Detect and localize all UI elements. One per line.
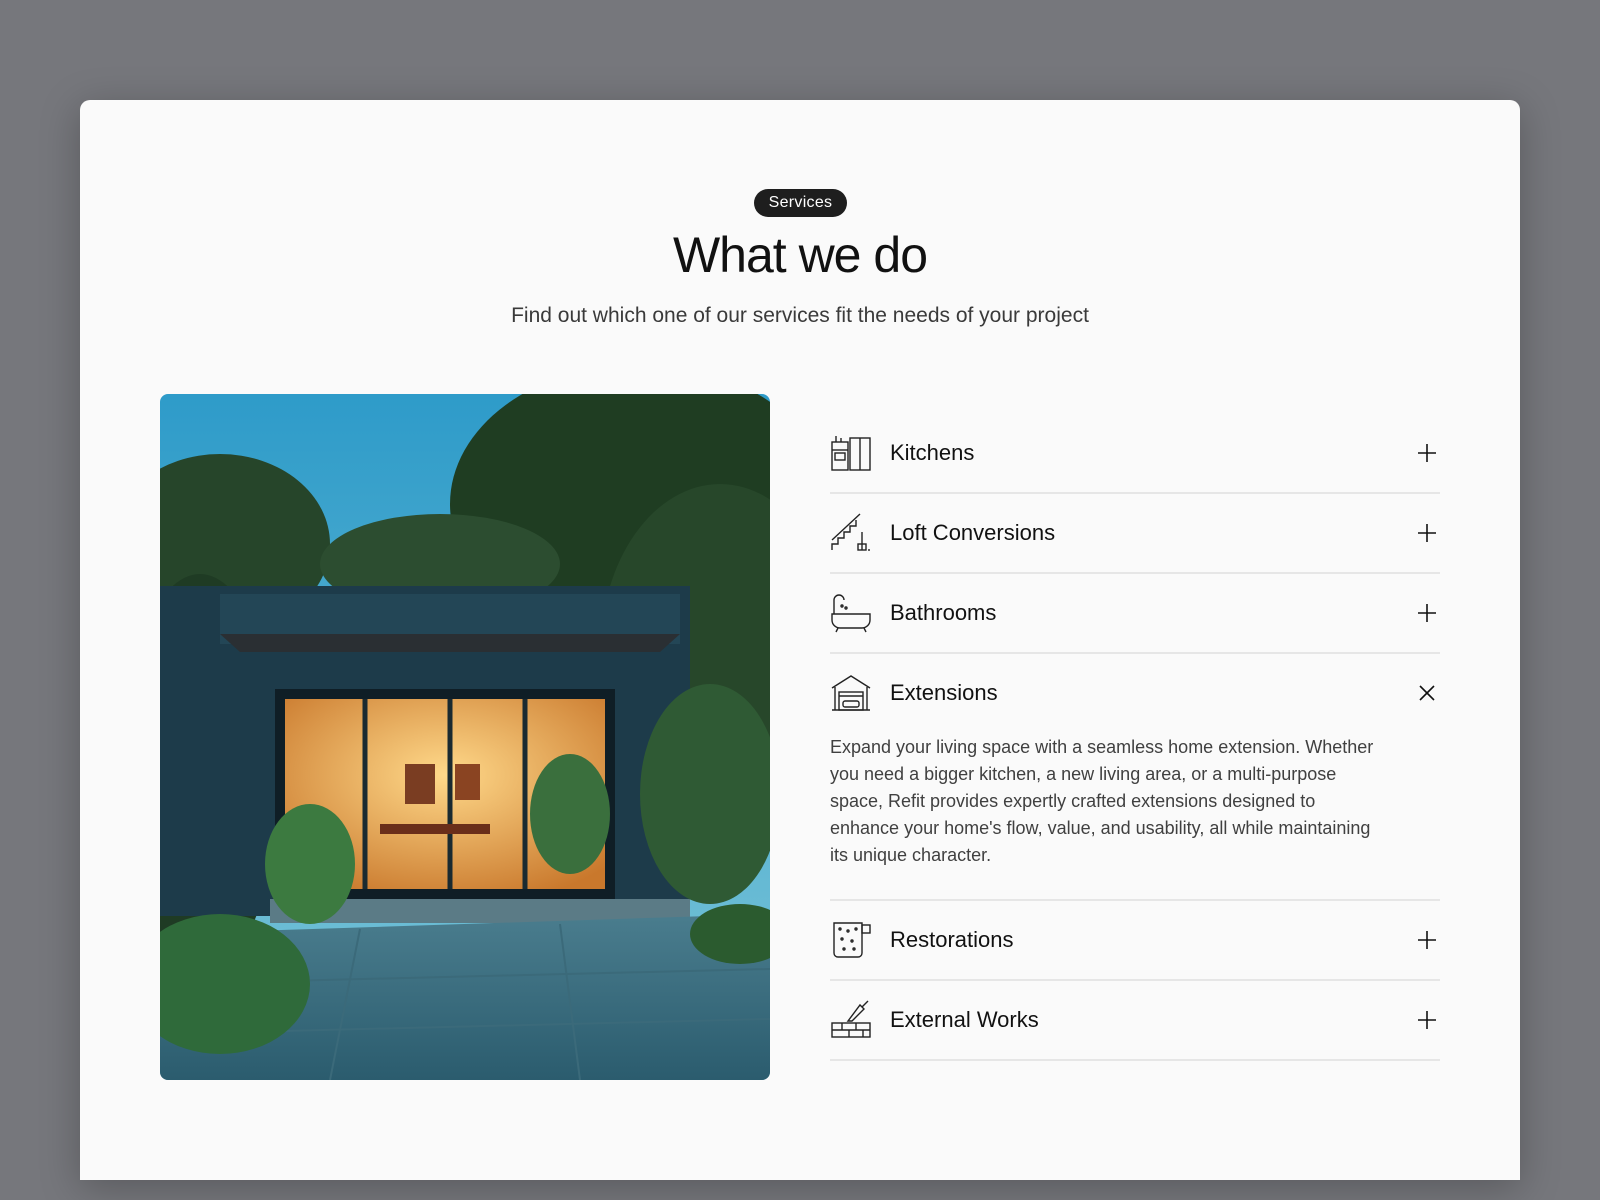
accordion-label: Kitchens (890, 440, 975, 465)
accordion-item-extensions: Extensions Expand your living space with… (830, 654, 1440, 901)
plus-icon[interactable] (1414, 440, 1440, 466)
kitchen-icon (830, 432, 872, 474)
wallpaper-roll-icon (830, 919, 872, 961)
accordion-description: Expand your living space with a seamless… (830, 737, 1374, 865)
accordion-header-external-works[interactable]: External Works (830, 981, 1440, 1059)
accordion-item-loft-conversions: Loft Conversions (830, 494, 1440, 574)
accordion-label: Restorations (890, 927, 1014, 952)
accordion-item-restorations: Restorations (830, 901, 1440, 981)
services-badge: Services (754, 189, 847, 217)
section-title: What we do (672, 227, 928, 283)
garage-icon (830, 672, 872, 714)
close-icon[interactable] (1414, 680, 1440, 706)
accordion-label: Bathrooms (890, 600, 997, 625)
plus-icon[interactable] (1414, 600, 1440, 626)
services-section: Services What we do Find out which one o… (80, 100, 1520, 1180)
brick-trowel-icon (830, 999, 872, 1041)
accordion-item-external-works: External Works (830, 981, 1440, 1061)
bathtub-icon (830, 592, 872, 634)
house-extension-photo (160, 394, 770, 1080)
services-accordion: Kitchens Loft Conversions Bathrooms Exte… (830, 414, 1440, 1061)
accordion-header-bathrooms[interactable]: Bathrooms (830, 574, 1440, 652)
stairs-icon (830, 512, 872, 554)
accordion-item-kitchens: Kitchens (830, 414, 1440, 494)
section-subtitle: Find out which one of our services fit t… (511, 304, 1089, 327)
accordion-header-restorations[interactable]: Restorations (830, 901, 1440, 979)
plus-icon[interactable] (1414, 520, 1440, 546)
plus-icon[interactable] (1414, 1007, 1440, 1033)
accordion-label: Extensions (890, 680, 998, 705)
accordion-header-kitchens[interactable]: Kitchens (830, 414, 1440, 492)
accordion-label: Loft Conversions (890, 520, 1056, 545)
accordion-header-loft-conversions[interactable]: Loft Conversions (830, 494, 1440, 572)
accordion-header-extensions[interactable]: Extensions (830, 654, 1440, 732)
accordion-item-bathrooms: Bathrooms (830, 574, 1440, 654)
plus-icon[interactable] (1414, 927, 1440, 953)
accordion-label: External Works (890, 1007, 1039, 1032)
